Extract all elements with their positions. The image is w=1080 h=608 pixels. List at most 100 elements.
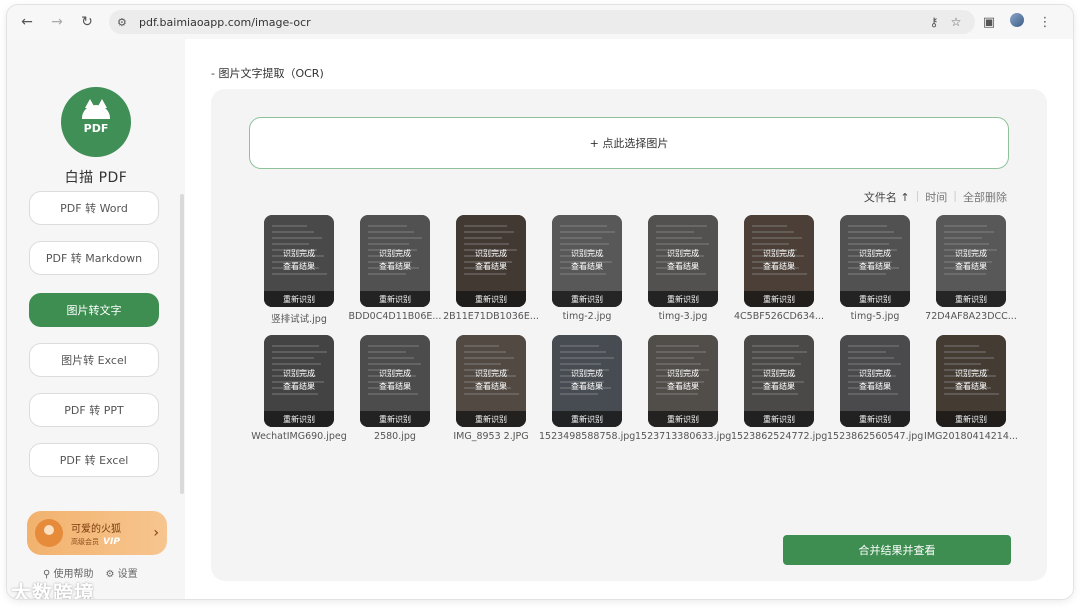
file-thumbnail[interactable]: 识别完成 查看结果 重新识别 [360,215,430,307]
settings-link[interactable]: ⚙ 设置 [106,565,138,580]
user-vip-card[interactable]: 可爱的火狐 高级会员 VIP › [27,511,167,555]
file-name: 4C5BF526CD634... [734,311,824,322]
app-logo[interactable]: PDF [61,87,131,157]
reocr-button[interactable]: 重新识别 [552,411,622,427]
reocr-button[interactable]: 重新识别 [360,411,430,427]
sidebar: PDF 白描 PDF PDF 转 Word PDF 转 Markdown 图片转… [7,39,185,600]
file-name: 竖排试试.jpg [271,314,327,325]
reocr-button[interactable]: 重新识别 [456,291,526,307]
chevron-right-icon: › [153,525,159,541]
watermark: 大数跨境 [11,581,95,600]
back-icon[interactable]: ← [15,10,39,34]
browser-toolbar: ← → ↻ ⚙ pdf.baimiaoapp.com/image-ocr ⚷ ☆… [7,5,1073,39]
ocr-panel: + 点此选择图片 文件名 ↑ | 时间 | 全部删除 识别完成 查看结果 重新识别竖… [211,89,1047,581]
sidebar-scrollbar[interactable] [180,194,184,494]
extensions-icon[interactable]: ▣ [975,15,1003,30]
view-result-link[interactable]: 查看结果 [456,380,526,393]
file-thumbnail[interactable]: 识别完成 查看结果 重新识别 [744,215,814,307]
reocr-button[interactable]: 重新识别 [744,411,814,427]
reocr-button[interactable]: 重新识别 [648,291,718,307]
file-name: 1523713380633.jpg [635,431,731,442]
status-done-label: 识别完成 [859,249,891,258]
sort-by-name[interactable]: 文件名 ↑ [864,189,910,205]
app-name: 白描 PDF [64,170,128,186]
file-name: 1523862524772.jpg [731,431,827,442]
view-result-link[interactable]: 查看结果 [360,260,430,273]
view-result-link[interactable]: 查看结果 [360,380,430,393]
status-done-label: 识别完成 [283,369,315,378]
sidebar-item-image-excel[interactable]: 图片转 Excel [29,343,159,377]
file-name: timg-2.jpg [562,311,612,322]
file-thumbnail[interactable]: 识别完成查看结果重新识别 [840,335,910,427]
bookmark-star-icon[interactable]: ☆ [945,15,967,29]
sidebar-item-pdf-excel[interactable]: PDF 转 Excel [29,443,159,477]
sidebar-item-pdf-markdown[interactable]: PDF 转 Markdown [29,241,159,275]
view-result-link[interactable]: 查看结果 [936,380,1006,393]
view-result-link[interactable]: 查看结果 [744,260,814,273]
view-result-link[interactable]: 查看结果 [264,260,334,273]
reocr-button[interactable]: 重新识别 [840,291,910,307]
sidebar-item-pdf-ppt[interactable]: PDF 转 PPT [29,393,159,427]
file-thumbnail[interactable]: 识别完成 查看结果 重新识别 [360,335,430,427]
page-content: PDF 白描 PDF PDF 转 Word PDF 转 Markdown 图片转… [7,39,1073,600]
site-info-icon[interactable]: ⚙ [117,16,133,29]
file-name: 1523862560547.jpg [827,431,923,442]
view-result-link[interactable]: 查看结果 [840,380,910,393]
reocr-button[interactable]: 重新识别 [936,411,1006,427]
view-result-link[interactable]: 查看结果 [840,260,910,273]
file-thumbnail[interactable]: 识别完成 查看结果 重新识别 [552,215,622,307]
file-name: 2580.jpg [374,431,416,442]
status-done-label: 识别完成 [859,369,891,378]
browser-window: ← → ↻ ⚙ pdf.baimiaoapp.com/image-ocr ⚷ ☆… [6,4,1074,600]
view-result-link[interactable]: 查看结果 [552,260,622,273]
file-thumbnail[interactable]: 识别完成 查看结果 重新识别 [744,335,814,427]
reocr-button[interactable]: 重新识别 [264,291,334,307]
view-result-link[interactable]: 查看结果 [264,380,334,393]
file-thumbnail[interactable]: 识别完成查看结果重新识别 [840,215,910,307]
sort-by-time[interactable]: 时间 [925,189,947,205]
file-name: WechatIMG690.jpeg [251,431,347,442]
reocr-button[interactable]: 重新识别 [552,291,622,307]
file-thumbnail[interactable]: 识别完成 查看结果 重新识别 [936,335,1006,427]
sidebar-item-image-text[interactable]: 图片转文字 [29,293,159,327]
reocr-button[interactable]: 重新识别 [744,291,814,307]
reload-icon[interactable]: ↻ [75,10,99,34]
url-text[interactable]: pdf.baimiaoapp.com/image-ocr [139,16,923,29]
delete-all-button[interactable]: 全部删除 [963,189,1007,205]
reocr-button[interactable]: 重新识别 [264,411,334,427]
reocr-button[interactable]: 重新识别 [936,291,1006,307]
reocr-button[interactable]: 重新识别 [456,411,526,427]
file-thumbnail[interactable]: 识别完成 查看结果 重新识别 [936,215,1006,307]
address-bar[interactable]: ⚙ pdf.baimiaoapp.com/image-ocr ⚷ ☆ [109,10,975,34]
password-key-icon[interactable]: ⚷ [923,15,945,29]
file-thumbnail[interactable]: 识别完成 查看结果 重新识别 [456,215,526,307]
reocr-button[interactable]: 重新识别 [840,411,910,427]
more-menu-icon[interactable]: ⋮ [1031,15,1059,30]
view-result-link[interactable]: 查看结果 [936,260,1006,273]
status-done-label: 识别完成 [571,369,603,378]
profile-avatar[interactable] [1003,13,1031,31]
file-name: timg-5.jpg [850,311,900,322]
file-thumbnail[interactable]: 识别完成 查看结果 重新识别 [264,215,334,307]
reocr-button[interactable]: 重新识别 [360,291,430,307]
user-name: 可爱的火狐 [71,523,121,535]
view-result-link[interactable]: 查看结果 [456,260,526,273]
reocr-button[interactable]: 重新识别 [648,411,718,427]
forward-icon[interactable]: → [45,10,69,34]
file-name: 72D4AF8A23DCC... [925,311,1017,322]
view-result-link[interactable]: 查看结果 [648,380,718,393]
page-title: - 图片文字提取（OCR) [211,67,324,80]
file-thumbnail[interactable]: 识别完成 查看结果 重新识别 [648,215,718,307]
view-result-link[interactable]: 查看结果 [552,380,622,393]
merge-results-button[interactable]: 合并结果并查看 [783,535,1011,565]
file-thumbnail[interactable]: 识别完成查看结果重新识别 [552,335,622,427]
file-thumbnail[interactable]: 识别完成 查看结果 重新识别 [648,335,718,427]
sidebar-item-pdf-word[interactable]: PDF 转 Word [29,191,159,225]
file-name: IMG_8953 2.JPG [453,431,529,442]
file-thumbnail[interactable]: 识别完成查看结果重新识别 [456,335,526,427]
status-done-label: 识别完成 [475,369,507,378]
view-result-link[interactable]: 查看结果 [744,380,814,393]
select-image-button[interactable]: + 点此选择图片 [249,117,1009,169]
file-thumbnail[interactable]: 识别完成查看结果重新识别 [264,335,334,427]
view-result-link[interactable]: 查看结果 [648,260,718,273]
